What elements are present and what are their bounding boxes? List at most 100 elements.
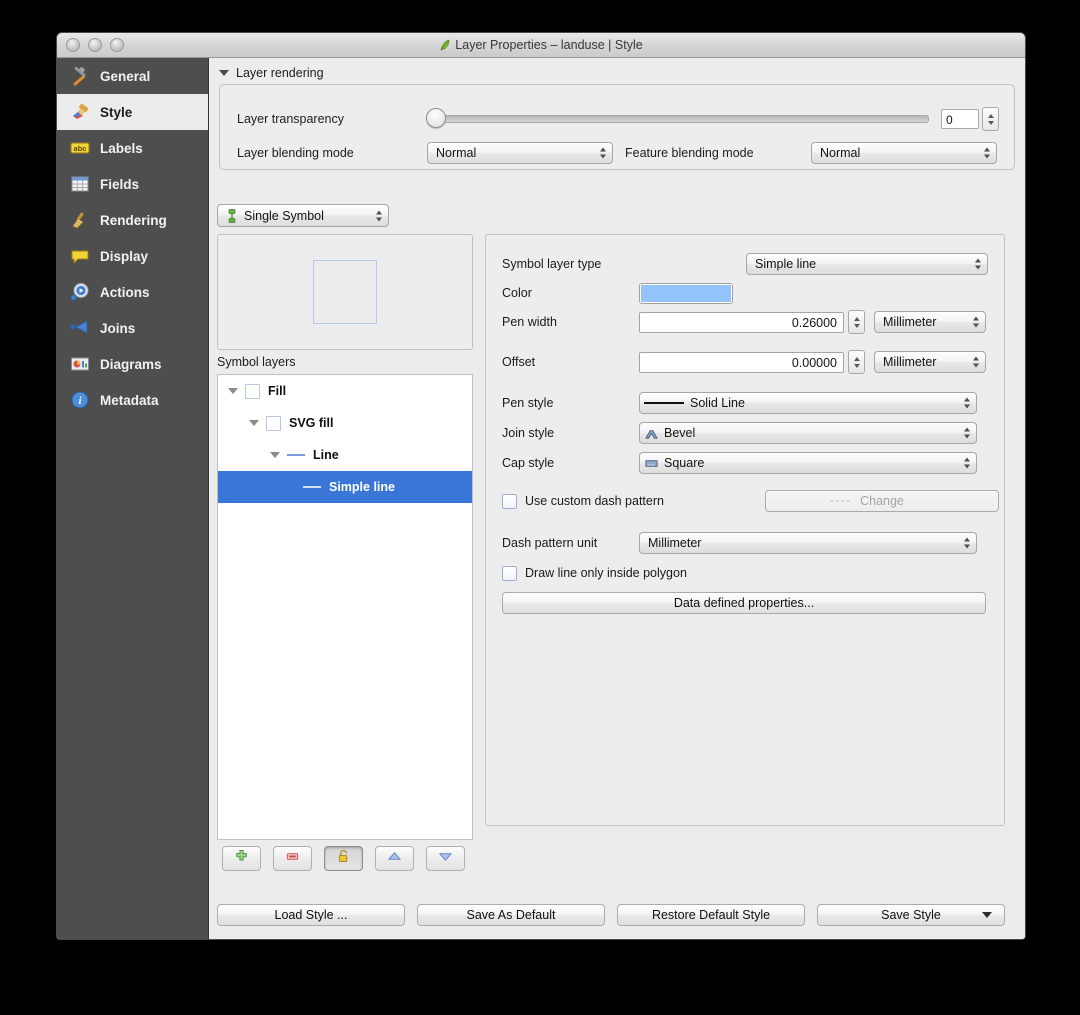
join-style-row: Join style Bevel	[502, 422, 977, 444]
chevron-down-icon[interactable]	[249, 420, 259, 426]
change-button-label: Change	[860, 494, 904, 508]
sidebar-item-general[interactable]: General	[57, 58, 208, 94]
line-icon	[303, 486, 321, 488]
sidebar-item-joins[interactable]: Joins	[57, 310, 208, 346]
broom-icon	[69, 209, 91, 231]
restore-default-style-button[interactable]: Restore Default Style	[617, 904, 805, 926]
stepper-down-icon[interactable]	[987, 120, 994, 125]
chevron-down-icon[interactable]	[228, 388, 238, 394]
stepper-up-icon[interactable]	[853, 356, 860, 361]
add-symbol-layer-button[interactable]	[222, 846, 261, 871]
sidebar-item-rendering[interactable]: Rendering	[57, 202, 208, 238]
tree-item-svg-fill[interactable]: SVG fill	[218, 407, 472, 439]
sidebar-item-display[interactable]: Display	[57, 238, 208, 274]
use-custom-dash-label: Use custom dash pattern	[525, 494, 664, 508]
dash-pattern-unit-label: Dash pattern unit	[502, 536, 598, 550]
sidebar-item-fields[interactable]: Fields	[57, 166, 208, 202]
sidebar: General Style abc Labels Fields Renderin…	[57, 58, 209, 939]
change-dash-pattern-button[interactable]: Change	[765, 490, 999, 512]
data-defined-properties-button[interactable]: Data defined properties...	[502, 592, 986, 614]
color-swatch-button[interactable]	[639, 282, 733, 304]
custom-dash-row: Use custom dash pattern Change	[502, 490, 999, 512]
green-plus-icon	[234, 849, 249, 869]
qgis-leaf-icon	[439, 35, 451, 51]
tree-item-fill[interactable]: Fill	[218, 375, 472, 407]
data-defined-properties-label: Data defined properties...	[673, 596, 815, 610]
move-down-button[interactable]	[426, 846, 465, 871]
sidebar-item-label: Fields	[100, 176, 140, 192]
gear-play-icon	[69, 281, 91, 303]
use-custom-dash-checkbox[interactable]	[502, 493, 517, 509]
layer-rendering-group-header[interactable]: Layer rendering	[219, 66, 324, 80]
layer-transparency-spinbox[interactable]: 0	[941, 107, 999, 131]
cap-style-select[interactable]: Square	[639, 452, 977, 474]
info-circle-icon: i	[69, 389, 91, 411]
sidebar-item-diagrams[interactable]: Diagrams	[57, 346, 208, 382]
symbol-layers-tree[interactable]: Fill SVG fill Line Simple line	[217, 374, 473, 840]
tree-item-label: Line	[313, 448, 339, 462]
feature-blending-mode-select[interactable]: Normal	[811, 142, 997, 164]
zoom-button[interactable]	[110, 38, 124, 52]
offset-stepper[interactable]	[848, 350, 865, 374]
transparency-stepper[interactable]	[982, 107, 999, 131]
layer-properties-window: Layer Properties – landuse | Style Gener…	[56, 32, 1026, 940]
tree-item-line[interactable]: Line	[218, 439, 472, 471]
paintbrush-icon	[69, 101, 91, 123]
sidebar-item-style[interactable]: Style	[57, 94, 208, 130]
pen-width-input[interactable]: 0.26000	[639, 311, 844, 333]
sidebar-item-labels[interactable]: abc Labels	[57, 130, 208, 166]
pen-width-unit-value: Millimeter	[883, 315, 937, 329]
offset-input[interactable]: 0.00000	[639, 351, 844, 373]
window-titlebar[interactable]: Layer Properties – landuse | Style	[57, 33, 1025, 58]
move-up-button[interactable]	[375, 846, 414, 871]
renderer-type-value: Single Symbol	[244, 208, 324, 223]
pen-style-row: Pen style Solid Line	[502, 392, 977, 414]
offset-unit-select[interactable]: Millimeter	[874, 351, 986, 373]
tree-item-simple-line[interactable]: Simple line	[218, 471, 472, 503]
window-controls	[66, 38, 124, 52]
chevron-updown-icon	[973, 316, 979, 328]
layer-transparency-slider[interactable]	[426, 108, 929, 128]
symbol-layer-type-select[interactable]: Simple line	[746, 253, 988, 275]
sidebar-item-actions[interactable]: Actions	[57, 274, 208, 310]
remove-symbol-layer-button[interactable]	[273, 846, 312, 871]
tree-item-label: Fill	[268, 384, 287, 398]
pen-width-stepper[interactable]	[848, 310, 865, 334]
layer-blending-mode-select[interactable]: Normal	[427, 142, 613, 164]
transparency-value-input[interactable]: 0	[941, 109, 979, 129]
pen-width-unit-select[interactable]: Millimeter	[874, 311, 986, 333]
dash-pattern-unit-select[interactable]: Millimeter	[639, 532, 977, 554]
save-style-label: Save Style	[881, 908, 941, 922]
pen-style-label: Pen style	[502, 396, 554, 410]
stepper-down-icon[interactable]	[853, 323, 860, 328]
save-as-default-button[interactable]: Save As Default	[417, 904, 605, 926]
chevron-down-icon[interactable]	[982, 912, 992, 918]
slider-handle[interactable]	[426, 108, 446, 128]
load-style-button[interactable]: Load Style ...	[217, 904, 405, 926]
table-grid-icon	[69, 173, 91, 195]
speech-bubble-icon	[69, 245, 91, 267]
draw-inside-polygon-checkbox[interactable]	[502, 565, 517, 581]
cap-style-row: Cap style Square	[502, 452, 977, 474]
pen-style-select[interactable]: Solid Line	[639, 392, 977, 414]
close-button[interactable]	[66, 38, 80, 52]
save-style-button[interactable]: Save Style	[817, 904, 1005, 926]
renderer-type-select[interactable]: Single Symbol	[217, 204, 389, 227]
chevron-updown-icon	[376, 210, 382, 221]
pen-style-value: Solid Line	[690, 396, 745, 410]
red-minus-icon	[285, 849, 300, 869]
stepper-up-icon[interactable]	[853, 316, 860, 321]
dash-pattern-unit-row: Dash pattern unit Millimeter	[502, 532, 977, 554]
lock-layer-colors-button[interactable]	[324, 846, 363, 871]
join-style-select[interactable]: Bevel	[639, 422, 977, 444]
stepper-down-icon[interactable]	[853, 363, 860, 368]
offset-label: Offset	[502, 355, 536, 369]
offset-row: Offset 0.00000 Millimeter	[502, 350, 986, 374]
sidebar-item-metadata[interactable]: i Metadata	[57, 382, 208, 418]
join-arrow-icon	[69, 317, 91, 339]
chevron-down-icon[interactable]	[270, 452, 280, 458]
minimize-button[interactable]	[88, 38, 102, 52]
join-style-value: Bevel	[664, 426, 696, 440]
stepper-up-icon[interactable]	[987, 113, 994, 118]
dash-pattern-icon	[830, 500, 850, 502]
